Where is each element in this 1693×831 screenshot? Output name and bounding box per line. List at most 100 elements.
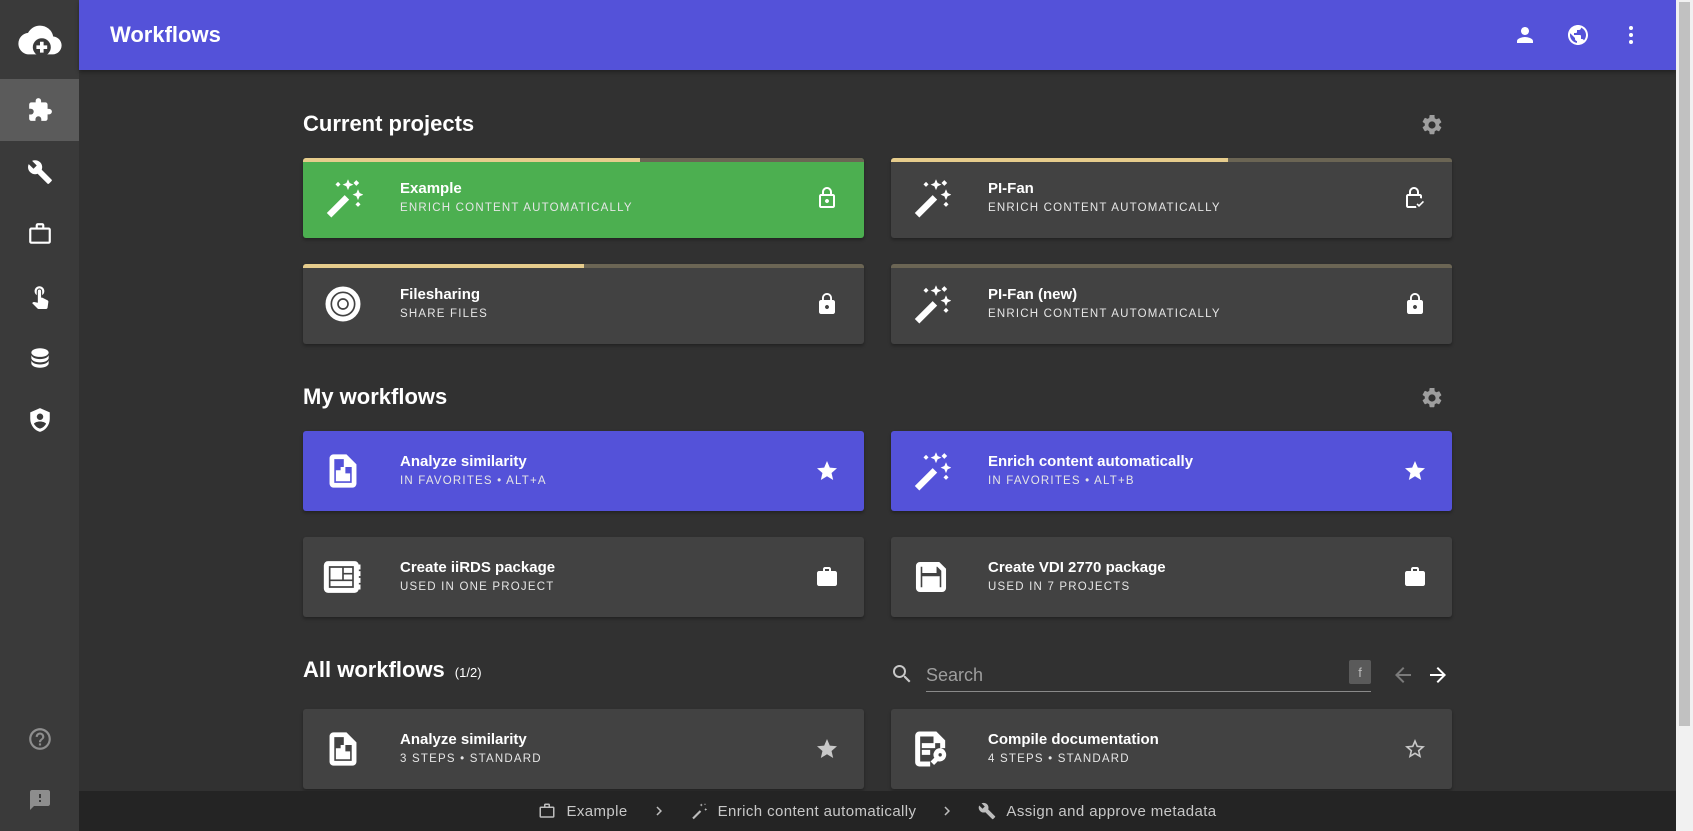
page-title: Workflows — [110, 22, 221, 47]
nav-tools[interactable] — [0, 141, 79, 203]
project-card-filesharing[interactable]: Filesharing SHARE FILES — [303, 264, 864, 344]
workflow-card-compile-documentation[interactable]: Compile documentation 4 STEPS • STANDARD — [891, 709, 1452, 789]
workflow-subtitle: USED IN ONE PROJECT — [400, 581, 555, 593]
workflow-subtitle: 4 STEPS • STANDARD — [988, 753, 1130, 765]
chevron-right-icon — [938, 802, 956, 820]
project-card-pi-fan[interactable]: PI-Fan ENRICH CONTENT AUTOMATICALLY — [891, 158, 1452, 238]
chart-file-icon — [321, 727, 365, 771]
lock-button[interactable] — [1400, 183, 1430, 213]
app-logo[interactable] — [0, 0, 79, 79]
magic-wand-icon — [691, 803, 707, 820]
lock-open-icon — [819, 187, 835, 208]
nav-projects[interactable] — [0, 203, 79, 265]
workflow-name: Analyze similarity — [400, 453, 527, 470]
project-progress-fill — [891, 158, 1228, 162]
language-button[interactable] — [1563, 20, 1593, 50]
workflow-name: Analyze similarity — [400, 731, 527, 748]
project-name: Filesharing — [400, 286, 481, 303]
nav-workflows[interactable] — [0, 79, 79, 141]
breadcrumb-label: Assign and approve metadata — [1006, 802, 1217, 820]
all-workflows-count: (1/2) — [454, 665, 482, 680]
workflow-name: Create VDI 2770 package — [988, 559, 1166, 576]
account-button[interactable] — [1510, 20, 1540, 50]
breadcrumb-label: Example — [566, 802, 628, 820]
scrollbar-thumb[interactable] — [1679, 2, 1690, 726]
breadcrumb-step[interactable]: Assign and approve metadata — [978, 802, 1216, 820]
search-icon — [890, 662, 914, 691]
lock-button[interactable] — [812, 183, 842, 213]
briefcase-icon — [817, 567, 837, 586]
lock-button[interactable] — [1400, 289, 1430, 319]
workflow-card-analyze-similarity-all[interactable]: Analyze similarity 3 STEPS • STANDARD — [303, 709, 864, 789]
my-workflows-settings-button[interactable] — [1417, 383, 1447, 413]
workflow-card-analyze-similarity[interactable]: Analyze similarity IN FAVORITES • ALT+A — [303, 431, 864, 511]
sidebar — [0, 0, 79, 831]
document-search-icon — [909, 727, 953, 771]
gear-icon — [1422, 387, 1442, 408]
nav-security[interactable] — [0, 389, 79, 451]
project-name: Example — [400, 180, 462, 197]
current-projects-settings-button[interactable] — [1417, 110, 1447, 140]
arrow-right-icon — [1430, 667, 1446, 683]
project-progress-fill — [303, 158, 640, 162]
lock-check-icon — [1406, 187, 1424, 208]
project-name: PI-Fan (new) — [988, 286, 1078, 303]
target-icon — [321, 282, 365, 326]
workflow-name: Enrich content automatically — [988, 453, 1194, 470]
workflow-card-enrich-content[interactable]: Enrich content automatically IN FAVORITE… — [891, 431, 1452, 511]
search-input[interactable] — [926, 660, 1371, 692]
nav-help[interactable] — [0, 708, 79, 770]
scrollbar[interactable] — [1676, 0, 1693, 831]
nav-database[interactable] — [0, 327, 79, 389]
cloud-upload-icon — [17, 25, 62, 56]
next-page-button[interactable] — [1423, 660, 1453, 690]
lock-button[interactable] — [812, 289, 842, 319]
more-menu-button[interactable] — [1616, 20, 1646, 50]
magic-wand-icon — [909, 282, 953, 326]
project-subtitle: SHARE FILES — [400, 308, 488, 320]
star-icon — [817, 739, 837, 758]
project-progress — [891, 264, 1452, 268]
my-workflows-heading: My workflows — [303, 384, 448, 409]
star-icon — [1405, 461, 1425, 480]
favorite-button[interactable] — [812, 734, 842, 764]
feedback-icon — [29, 790, 50, 810]
workflow-subtitle: IN FAVORITES • ALT+B — [988, 475, 1135, 487]
gear-icon — [1422, 114, 1442, 135]
lock-icon — [819, 293, 835, 314]
previous-page-button[interactable] — [1388, 660, 1418, 690]
arrow-left-icon — [1395, 667, 1411, 683]
chart-file-icon — [321, 449, 365, 493]
projects-button[interactable] — [812, 562, 842, 592]
package-layout-icon — [321, 555, 365, 599]
current-projects-heading: Current projects — [303, 111, 475, 136]
projects-button[interactable] — [1400, 562, 1430, 592]
workflow-name: Create iiRDS package — [400, 559, 556, 576]
workflow-card-create-vdi[interactable]: Create VDI 2770 package USED IN 7 PROJEC… — [891, 537, 1452, 617]
floppy-icon — [909, 555, 953, 599]
project-subtitle: ENRICH CONTENT AUTOMATICALLY — [988, 202, 1221, 214]
project-progress — [303, 264, 864, 268]
briefcase-icon — [28, 223, 51, 244]
nav-interactions[interactable] — [0, 265, 79, 327]
favorite-button[interactable] — [1400, 456, 1430, 486]
breadcrumb-workflow[interactable]: Enrich content automatically — [690, 802, 917, 820]
breadcrumb-project[interactable]: Example — [538, 802, 627, 820]
workflow-subtitle: USED IN 7 PROJECTS — [988, 581, 1131, 593]
nav-feedback[interactable] — [0, 769, 79, 831]
project-card-example[interactable]: Example ENRICH CONTENT AUTOMATICALLY — [303, 158, 864, 238]
magic-wand-icon — [909, 176, 953, 220]
project-card-pi-fan-new[interactable]: PI-Fan (new) ENRICH CONTENT AUTOMATICALL… — [891, 264, 1452, 344]
workflow-card-create-iirds[interactable]: Create iiRDS package USED IN ONE PROJECT — [303, 537, 864, 617]
magic-wand-icon — [909, 449, 953, 493]
magic-wand-icon — [321, 176, 365, 220]
favorite-button[interactable] — [1400, 734, 1430, 764]
breadcrumb-label: Enrich content automatically — [717, 802, 917, 820]
workflow-subtitle: 3 STEPS • STANDARD — [400, 753, 542, 765]
favorite-button[interactable] — [812, 456, 842, 486]
breadcrumb: Example Enrich content automatically Ass… — [79, 791, 1676, 831]
more-vertical-icon — [1629, 26, 1633, 44]
top-app-bar: Workflows — [79, 0, 1676, 70]
shield-account-icon — [29, 408, 50, 432]
database-icon — [30, 348, 49, 368]
